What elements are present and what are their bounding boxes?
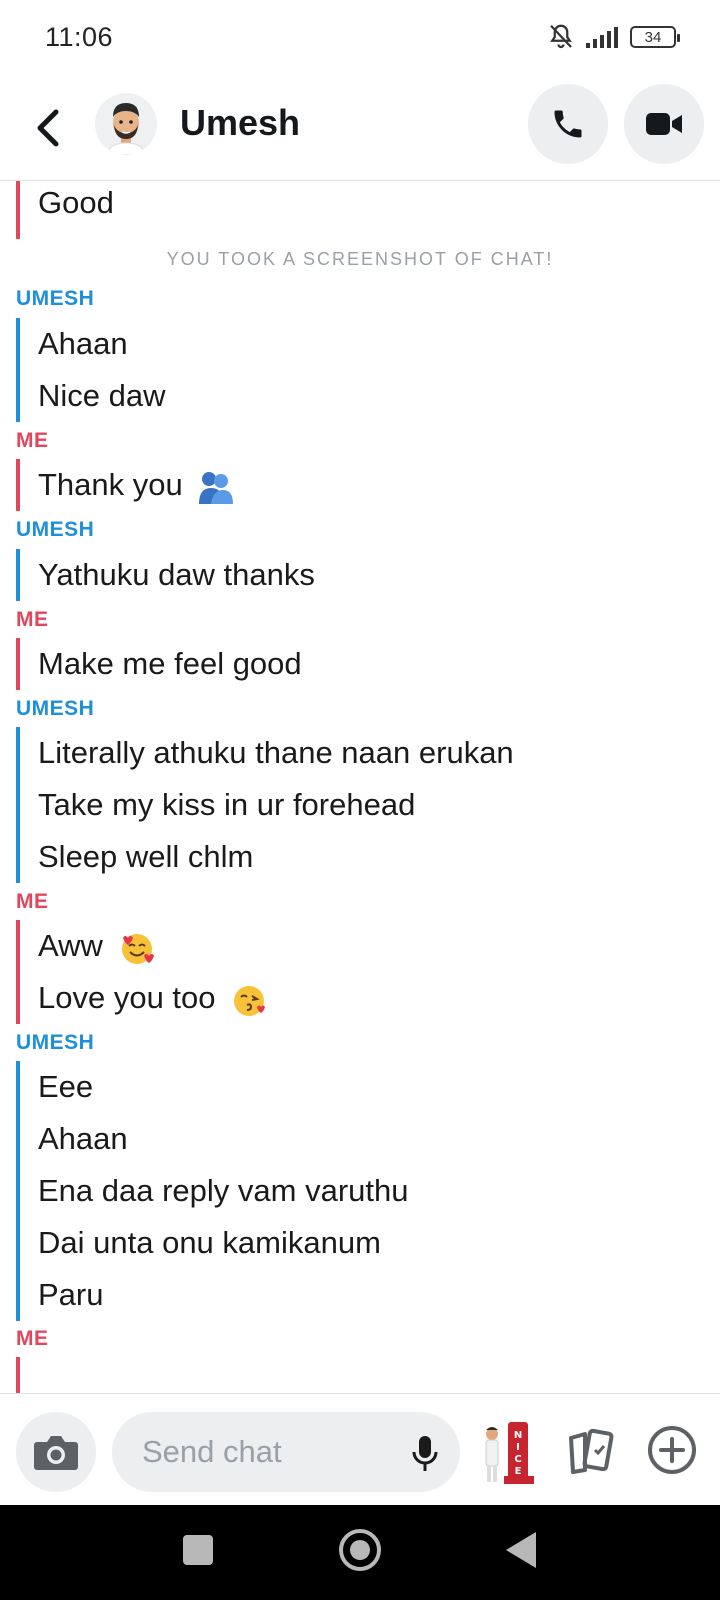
camera-button[interactable] bbox=[16, 1412, 96, 1492]
phone-icon bbox=[554, 110, 582, 138]
message-text[interactable]: Ahaan bbox=[38, 1121, 128, 1157]
message-group-me: Make me feel good bbox=[16, 638, 706, 690]
video-call-button[interactable] bbox=[624, 84, 704, 164]
chat-header: Umesh bbox=[0, 78, 720, 181]
avatar[interactable] bbox=[95, 93, 157, 155]
message-text[interactable]: Ahaan bbox=[38, 326, 128, 362]
chat-thread[interactable]: Good Good YOU TOOK A SCREENSHOT OF CHAT!… bbox=[0, 181, 720, 1393]
home-button[interactable] bbox=[339, 1529, 381, 1571]
message-text[interactable]: Nice daw bbox=[38, 378, 166, 414]
signal-icon bbox=[586, 27, 618, 48]
sender-label: UMESH bbox=[16, 287, 95, 310]
cards-button[interactable] bbox=[563, 1424, 619, 1480]
voice-call-button[interactable] bbox=[528, 84, 608, 164]
message-text[interactable]: Dai unta onu kamikanum bbox=[38, 1225, 381, 1261]
sender-bar bbox=[16, 459, 20, 511]
message-text[interactable]: Eee bbox=[38, 1069, 93, 1105]
sender-bar bbox=[16, 549, 20, 601]
bell-muted-icon bbox=[550, 24, 572, 49]
message-group-umesh: Yathuku daw thanks bbox=[16, 549, 706, 601]
message-group-umesh: Eee Ahaan Ena daa reply vam varuthu Dai … bbox=[16, 1061, 706, 1321]
face-blowing-kiss-emoji bbox=[234, 985, 266, 1016]
message-group-me: Thank you bbox=[16, 459, 706, 511]
contact-name[interactable]: Umesh bbox=[180, 102, 300, 144]
camera-icon bbox=[34, 1436, 78, 1470]
svg-text:C: C bbox=[514, 1454, 521, 1465]
screenshot-notice: YOU TOOK A SCREENSHOT OF CHAT! bbox=[166, 249, 554, 269]
message-group-umesh: Ahaan Nice daw bbox=[16, 318, 706, 422]
recents-button[interactable] bbox=[183, 1535, 213, 1565]
message-text: Thank you bbox=[38, 467, 183, 502]
battery-level: 34 bbox=[644, 28, 662, 46]
message-item[interactable]: Thank you bbox=[38, 467, 234, 504]
plus-button[interactable] bbox=[646, 1424, 698, 1476]
svg-text:N: N bbox=[514, 1430, 522, 1441]
svg-text:E: E bbox=[515, 1466, 522, 1477]
message-text[interactable]: Paru bbox=[38, 1277, 103, 1313]
battery-icon: 34 bbox=[630, 26, 680, 48]
message-text[interactable]: Make me feel good bbox=[38, 646, 302, 682]
video-camera-icon bbox=[646, 113, 682, 135]
sender-bar bbox=[16, 181, 20, 239]
message-item[interactable]: Aww bbox=[38, 928, 156, 966]
message-text[interactable]: Sleep well chlm bbox=[38, 839, 253, 875]
microphone-button[interactable] bbox=[410, 1434, 440, 1474]
smiling-face-with-hearts-emoji bbox=[121, 933, 154, 964]
message-group-me: Aww Love you too bbox=[16, 920, 706, 1024]
sender-label: ME bbox=[16, 1327, 49, 1350]
message-text[interactable]: Ena daa reply vam varuthu bbox=[38, 1173, 409, 1209]
sender-bar bbox=[16, 318, 20, 422]
cards-icon bbox=[569, 1428, 614, 1474]
status-time: 11:06 bbox=[45, 22, 114, 52]
sender-bar bbox=[16, 638, 20, 690]
sender-label: ME bbox=[16, 890, 49, 913]
sender-label: UMESH bbox=[16, 518, 95, 541]
people-hugging-emoji bbox=[199, 471, 234, 504]
sender-label: ME bbox=[16, 608, 49, 631]
status-bar: 11:06 34 bbox=[0, 0, 720, 78]
sender-label: UMESH bbox=[16, 697, 95, 720]
chat-input[interactable] bbox=[142, 1412, 382, 1492]
back-button[interactable] bbox=[28, 100, 68, 156]
message-group-me: Good Good bbox=[16, 181, 706, 239]
system-nav-bar bbox=[0, 1505, 720, 1600]
message-text: Love you too bbox=[38, 980, 216, 1015]
sender-bar bbox=[16, 727, 20, 883]
message-text[interactable]: Take my kiss in ur forehead bbox=[38, 787, 415, 823]
message-text: Aww bbox=[38, 928, 103, 963]
sender-label: UMESH bbox=[16, 1031, 95, 1054]
back-icon bbox=[37, 109, 59, 147]
nav-back-button[interactable] bbox=[506, 1532, 536, 1568]
message-text[interactable]: Yathuku daw thanks bbox=[38, 557, 315, 593]
chat-input-bar: N I C E bbox=[0, 1393, 720, 1505]
message-group-umesh: Literally athuku thane naan erukan Take … bbox=[16, 727, 706, 883]
sender-label: ME bbox=[16, 429, 49, 452]
message-group-me bbox=[16, 1357, 706, 1393]
bitmoji-sticker-button[interactable]: N I C E bbox=[478, 1416, 538, 1488]
microphone-icon bbox=[412, 1436, 438, 1471]
bitmoji-sticker-icon: N I C E bbox=[485, 1422, 534, 1484]
bitmoji-avatar-icon bbox=[106, 103, 146, 155]
svg-text:I: I bbox=[516, 1442, 520, 1453]
sender-bar bbox=[16, 1357, 20, 1393]
message-text[interactable]: Literally athuku thane naan erukan bbox=[38, 735, 514, 771]
status-icons: 34 bbox=[546, 22, 680, 52]
message-item[interactable]: Love you too bbox=[38, 980, 268, 1018]
sender-bar bbox=[16, 1061, 20, 1321]
message-text[interactable]: Good bbox=[38, 185, 114, 221]
chat-input-container bbox=[112, 1412, 460, 1492]
sender-bar bbox=[16, 920, 20, 1024]
plus-icon bbox=[648, 1426, 696, 1474]
